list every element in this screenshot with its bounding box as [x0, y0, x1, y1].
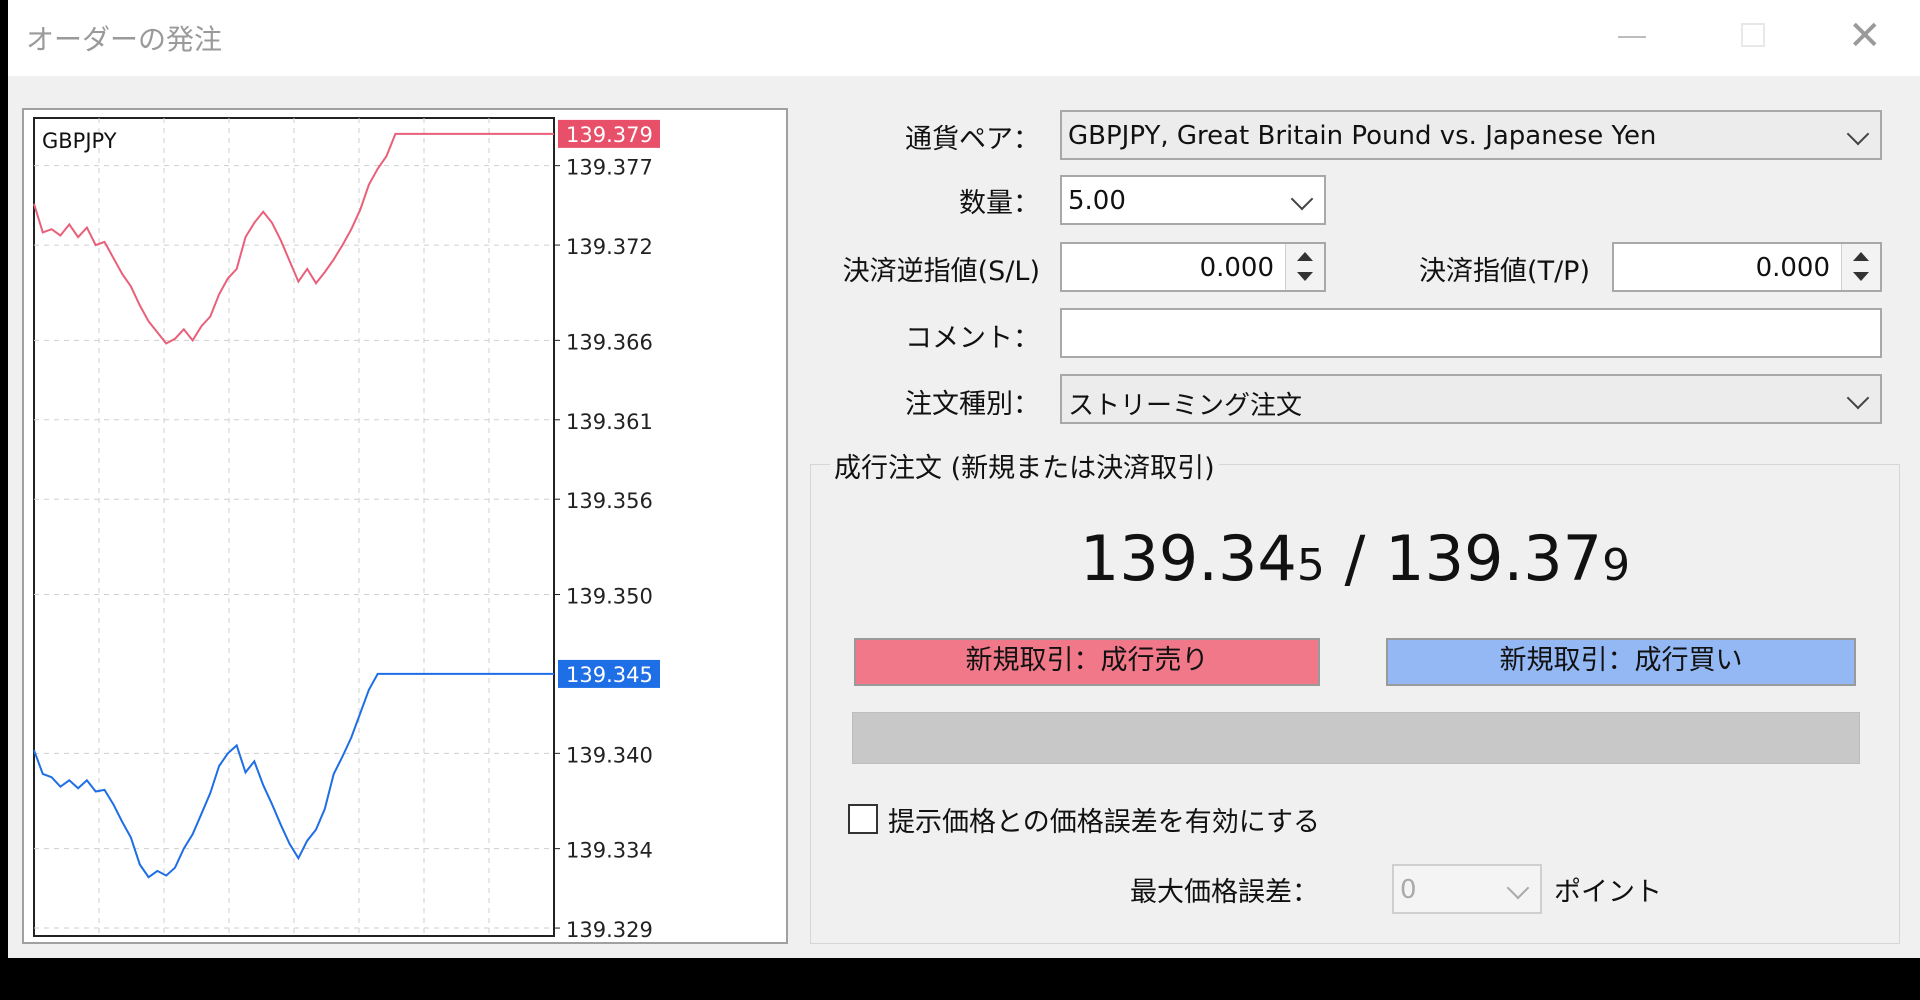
y-tick-label: 139.361: [566, 410, 653, 434]
max-deviation-select[interactable]: 0: [1392, 864, 1542, 914]
market-order-caption: 成行注文 (新規または決済取引): [830, 446, 1219, 485]
buy-by-market-button[interactable]: 新規取引：成行買い: [1386, 638, 1856, 686]
price-separator: /: [1324, 522, 1386, 595]
chart-grid: [33, 117, 555, 937]
chart-y-axis: 139.377 139.372 139.366 139.361 139.356 139.3…: [554, 119, 660, 942]
chevron-down-icon: [1846, 122, 1870, 146]
bid-price-last-digit: 5: [1296, 540, 1325, 591]
chevron-down-icon: [1846, 386, 1870, 410]
y-tick-label: 139.340: [566, 743, 653, 767]
tp-label: 決済指値(T/P): [1419, 256, 1590, 287]
points-unit-label: ポイント: [1554, 877, 1662, 908]
ask-price-last-digit: 9: [1602, 540, 1631, 591]
price-readout: 139.345 / 139.379: [810, 522, 1900, 595]
y-tick-label: 139.329: [566, 918, 653, 942]
y-tick-label: 139.366: [566, 330, 653, 354]
maximize-icon: [1741, 23, 1765, 47]
max-deviation-value: 0: [1400, 875, 1417, 905]
pair-value: GBPJPY, Great Britain Pound vs. Japanese…: [1068, 121, 1657, 151]
y-tick-label: 139.350: [566, 585, 653, 609]
pair-select[interactable]: GBPJPY, Great Britain Pound vs. Japanese…: [1060, 110, 1882, 160]
chart-symbol-label: GBPJPY: [42, 129, 117, 153]
volume-value: 5.00: [1068, 186, 1126, 216]
sl-value: 0.000: [1199, 253, 1274, 283]
y-tick-label: 139.377: [566, 156, 653, 180]
chart-canvas: 139.377 139.372 139.366 139.361 139.356 139.3…: [33, 117, 660, 942]
tp-stepper[interactable]: 0.000: [1612, 242, 1882, 292]
order-type-value: ストリーミング注文: [1068, 391, 1303, 421]
y-tick-label: 139.372: [566, 235, 653, 259]
y-tick-label: 139.356: [566, 489, 653, 513]
deviation-checkbox[interactable]: [848, 804, 878, 834]
order-type-select[interactable]: ストリーミング注文: [1060, 374, 1882, 424]
close-icon: ✕: [1848, 13, 1882, 59]
ask-price: 139.37: [1385, 522, 1603, 595]
minimize-icon: [1618, 36, 1646, 38]
volume-select[interactable]: 5.00: [1060, 175, 1326, 225]
spin-down-icon[interactable]: [1853, 272, 1869, 281]
bid-price-tag-label: 139.345: [566, 663, 653, 687]
price-chart: 139.377 139.372 139.366 139.361 139.356 139.3…: [22, 108, 788, 944]
ask-price-tag-label: 139.379: [566, 123, 653, 147]
bid-price: 139.34: [1079, 522, 1297, 595]
deviation-checkbox-label[interactable]: 提示価格との価格誤差を有効にする: [888, 800, 1320, 839]
spin-down-icon[interactable]: [1297, 272, 1313, 281]
pair-label: 通貨ペア：: [905, 124, 1040, 155]
volume-label: 数量：: [959, 188, 1040, 219]
y-tick-label: 139.334: [566, 839, 653, 863]
spin-up-icon[interactable]: [1853, 252, 1869, 261]
window-title: オーダーの発注: [26, 23, 223, 56]
title-bar: オーダーの発注 ✕: [8, 0, 1920, 76]
chevron-down-icon: [1290, 187, 1314, 211]
maximize-button[interactable]: [1700, 0, 1810, 76]
tp-value: 0.000: [1755, 253, 1830, 283]
order-progress-bar: [852, 712, 1860, 764]
minimize-button[interactable]: [1578, 0, 1688, 76]
sell-by-market-button[interactable]: 新規取引：成行売り: [854, 638, 1320, 686]
sl-stepper[interactable]: 0.000: [1060, 242, 1326, 292]
max-deviation-label: 最大価格誤差：: [1130, 877, 1319, 908]
chevron-down-icon: [1506, 876, 1530, 900]
comment-input[interactable]: [1060, 308, 1882, 358]
comment-label: コメント：: [905, 323, 1040, 354]
spin-up-icon[interactable]: [1297, 252, 1313, 261]
sl-label: 決済逆指値(S/L): [842, 256, 1040, 287]
close-button[interactable]: ✕: [1810, 0, 1920, 76]
order-type-label: 注文種別：: [905, 389, 1040, 420]
